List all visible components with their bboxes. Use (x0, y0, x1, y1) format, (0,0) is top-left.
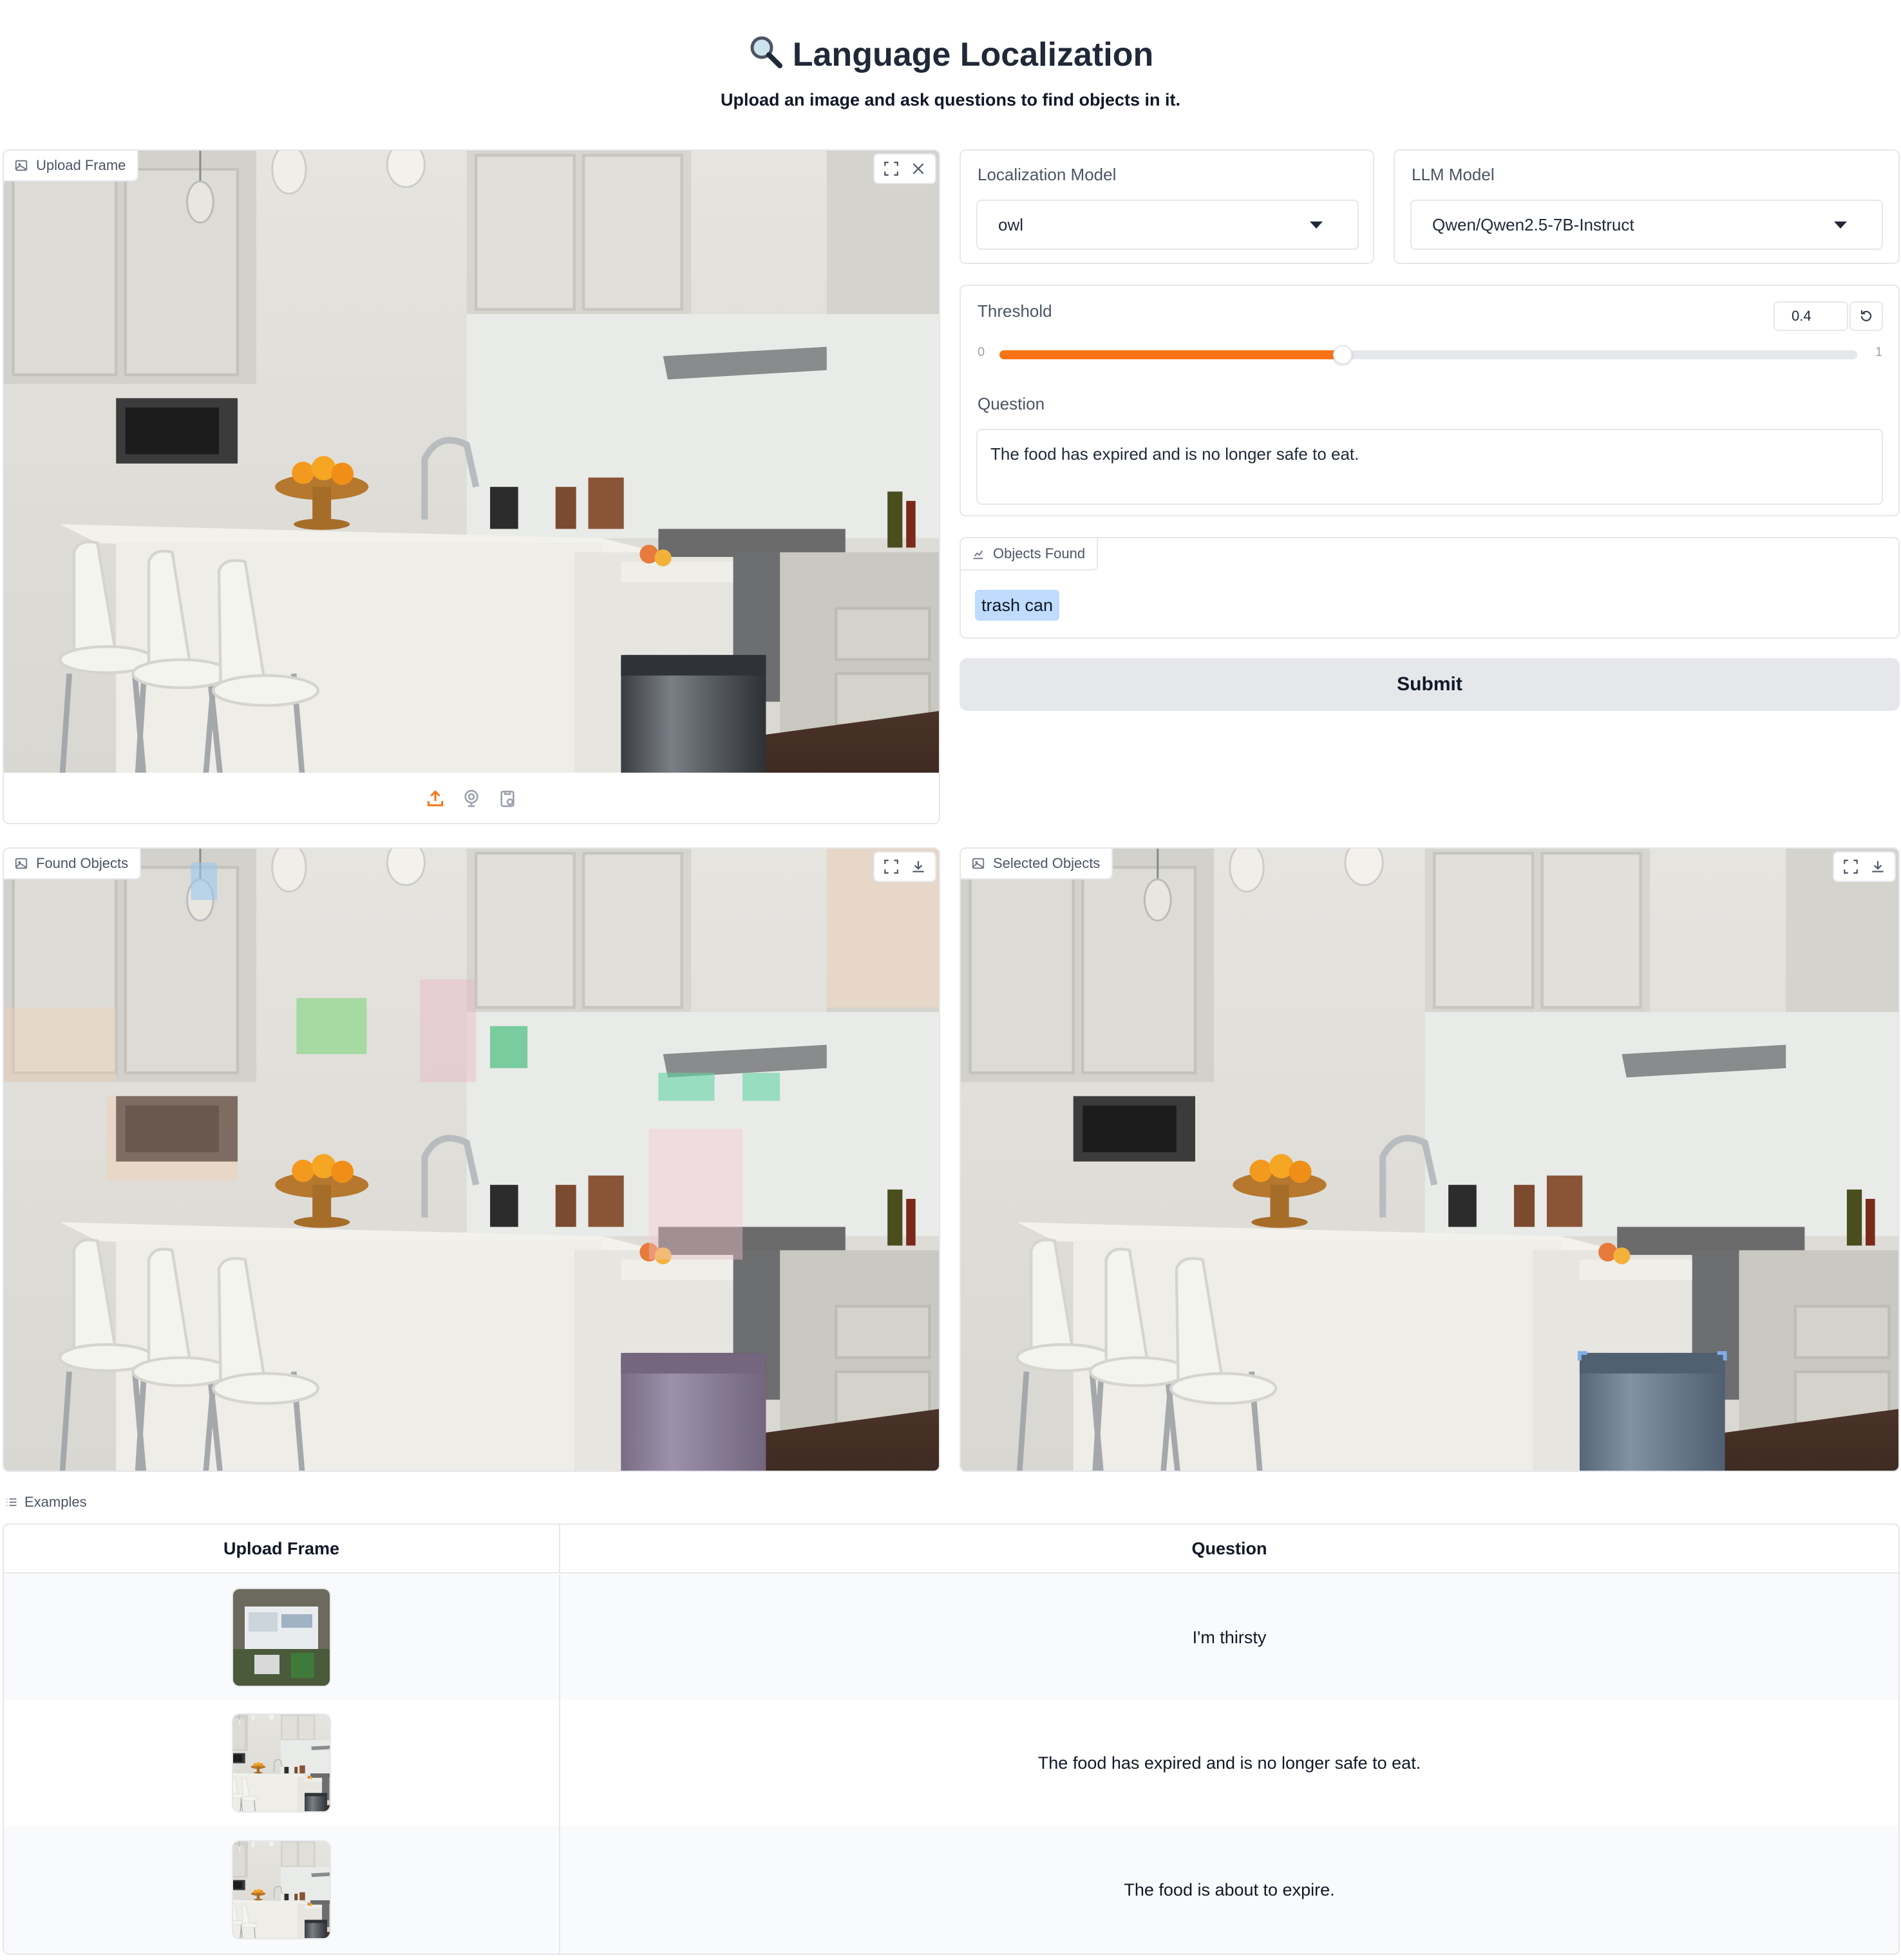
objects-found-box: Objects Found (960, 537, 1900, 639)
page-title: Language Localization (0, 33, 1901, 82)
llm-model-label: LLM Model (1412, 165, 1495, 184)
table-row[interactable]: The food has expired and is no longer sa… (4, 1700, 1898, 1826)
fullscreen-icon[interactable] (878, 855, 904, 878)
localization-model-box: Localization Model owl (960, 149, 1374, 264)
selected-objects-label: Selected Objects (961, 849, 1113, 880)
example-question: I'm thirsty (1192, 1627, 1267, 1647)
table-row[interactable]: The food is about to expire. (4, 1826, 1898, 1954)
fullscreen-icon[interactable] (1838, 855, 1864, 878)
download-icon[interactable] (1865, 855, 1891, 878)
question-label: Question (978, 394, 1045, 413)
close-icon[interactable] (905, 157, 931, 180)
threshold-slider[interactable] (999, 345, 1857, 364)
threshold-max-label: 1 (1875, 345, 1883, 359)
found-objects-image (4, 849, 939, 1471)
threshold-slider-thumb[interactable] (1332, 345, 1352, 364)
examples-table: Upload Frame Question I'm thirsty The fo… (3, 1523, 1900, 1955)
example-thumbnail-cell (4, 1575, 560, 1700)
chevron-down-icon (1834, 221, 1847, 229)
example-thumbnail (232, 1713, 331, 1813)
page-subtitle: Upload an image and ask questions to fin… (720, 90, 1181, 109)
localization-model-value: owl (998, 214, 1024, 234)
example-thumbnail-cell (4, 1826, 560, 1954)
upload-frame-toolbar (873, 153, 936, 184)
table-header: Upload Frame Question (4, 1525, 1898, 1574)
example-question: The food is about to expire. (1124, 1880, 1335, 1899)
objects-found-label-text: Objects Found (993, 545, 1086, 561)
objects-found-label: Objects Found (961, 538, 1099, 570)
upload-frame-panel[interactable]: Upload Frame (3, 149, 940, 824)
llm-model-box: LLM Model Qwen/Qwen2.5-7B-Instruct (1394, 149, 1900, 264)
upload-icon[interactable] (425, 788, 446, 809)
selected-objects-image (961, 849, 1898, 1471)
selected-objects-panel: Selected Objects (960, 847, 1900, 1472)
examples-label-text: Examples (24, 1494, 87, 1510)
question-value: The food has expired and is no longer sa… (990, 444, 1359, 464)
webcam-icon[interactable] (461, 788, 482, 809)
example-question: The food has expired and is no longer sa… (1037, 1753, 1421, 1773)
threshold-label: Threshold (978, 301, 1052, 321)
threshold-min-label: 0 (978, 345, 985, 359)
clipboard-icon[interactable] (497, 788, 518, 809)
question-textarea[interactable]: The food has expired and is no longer sa… (976, 429, 1883, 505)
example-thumbnail (232, 1588, 331, 1687)
table-row[interactable]: I'm thirsty (4, 1575, 1898, 1700)
threshold-value: 0.4 (1792, 308, 1811, 324)
selected-objects-label-text: Selected Objects (993, 855, 1101, 871)
image-icon (972, 858, 985, 869)
example-thumbnail (232, 1840, 331, 1939)
llm-model-value: Qwen/Qwen2.5-7B-Instruct (1432, 214, 1634, 234)
object-chip: trash can (975, 590, 1060, 621)
found-objects-label: Found Objects (4, 849, 142, 880)
page-title-text: Language Localization (792, 36, 1154, 73)
upload-frame-label: Upload Frame (4, 151, 139, 182)
fullscreen-icon[interactable] (878, 157, 904, 180)
found-objects-panel: Found Objects (3, 847, 940, 1472)
column-header-upload-frame: Upload Frame (4, 1525, 560, 1572)
llm-model-select[interactable]: Qwen/Qwen2.5-7B-Instruct (1410, 200, 1883, 250)
selected-objects-toolbar (1833, 851, 1896, 882)
found-objects-toolbar (873, 851, 936, 882)
found-objects-label-text: Found Objects (36, 855, 129, 871)
list-icon (6, 1498, 17, 1506)
reset-icon[interactable] (1849, 301, 1883, 331)
download-icon[interactable] (905, 855, 931, 878)
image-icon (15, 160, 28, 171)
magnifier-icon (748, 33, 784, 78)
upload-frame-label-text: Upload Frame (36, 157, 126, 173)
image-icon (15, 858, 28, 869)
upload-frame-image (4, 151, 939, 773)
localization-model-label: Localization Model (978, 165, 1117, 184)
chevron-down-icon (1310, 221, 1323, 229)
threshold-question-box: Threshold 0.4 0 1 Question The food has … (960, 285, 1900, 516)
examples-label: Examples (5, 1494, 87, 1511)
chart-icon (973, 550, 983, 560)
selected-trash-can-highlight (1579, 1353, 1725, 1471)
upload-source-bar (4, 774, 939, 823)
example-thumbnail-cell (4, 1700, 560, 1826)
threshold-slider-fill (999, 350, 1343, 359)
threshold-number-input[interactable]: 0.4 (1773, 301, 1848, 331)
localization-model-select[interactable]: owl (976, 200, 1359, 250)
submit-button[interactable]: Submit (960, 658, 1900, 711)
column-header-question: Question (1191, 1538, 1267, 1558)
